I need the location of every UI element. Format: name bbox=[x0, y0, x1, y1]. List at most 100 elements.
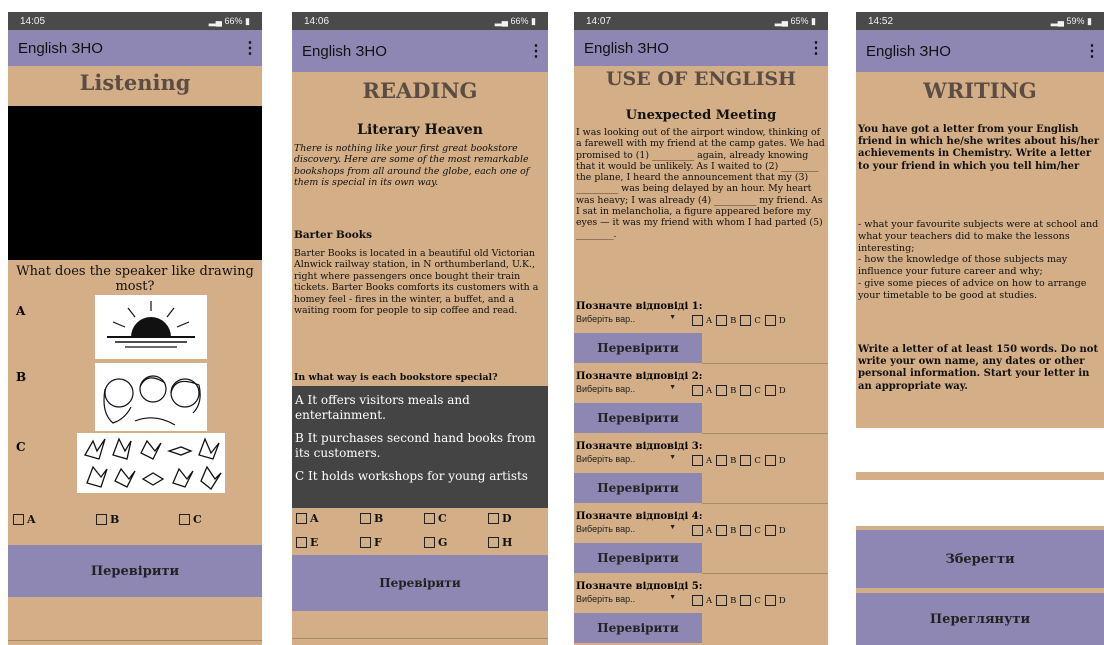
checkbox-f[interactable]: F bbox=[360, 536, 424, 549]
checkbox-box[interactable] bbox=[488, 537, 499, 548]
page-title: Listening bbox=[79, 70, 191, 95]
option-label-c: C bbox=[16, 440, 26, 454]
variant-select[interactable]: Виберіть вар.. ▼ bbox=[576, 524, 680, 534]
checkbox-box[interactable] bbox=[716, 455, 728, 466]
checkbox-d[interactable]: D bbox=[764, 455, 786, 466]
checkbox-d[interactable]: D bbox=[488, 512, 546, 525]
save-button[interactable]: Зберегти bbox=[856, 530, 1104, 588]
checkbox-c[interactable]: C bbox=[179, 513, 257, 526]
check-button[interactable]: Перевірити bbox=[574, 473, 702, 503]
checkbox-h[interactable]: H bbox=[488, 536, 546, 549]
checkbox-box[interactable] bbox=[692, 315, 703, 326]
checkbox-b[interactable]: B bbox=[716, 315, 736, 326]
view-button[interactable]: Переглянути bbox=[856, 593, 1104, 645]
screen-reading: 14:06 ▂▄ 66% ▮ English ЗНО ⋮ READING Lit… bbox=[292, 12, 548, 645]
checkbox-box[interactable] bbox=[13, 514, 24, 525]
check-button[interactable]: Перевірити bbox=[8, 545, 262, 597]
checkbox-box[interactable] bbox=[764, 525, 776, 536]
checkbox-label: F bbox=[374, 536, 382, 549]
check-button[interactable]: Перевірити bbox=[574, 543, 702, 573]
check-button[interactable]: Перевірити bbox=[574, 613, 702, 643]
page-title: USE OF ENGLISH bbox=[605, 68, 797, 90]
checkbox-box[interactable] bbox=[360, 513, 371, 524]
checkbox-c[interactable]: C bbox=[740, 595, 761, 606]
checkbox-e[interactable]: E bbox=[296, 536, 360, 549]
checkbox-box[interactable] bbox=[764, 595, 776, 606]
check-button[interactable]: Перевірити bbox=[574, 333, 702, 363]
checkbox-box[interactable] bbox=[360, 537, 371, 548]
checkbox-d[interactable]: D bbox=[764, 595, 786, 606]
checkbox-box[interactable] bbox=[716, 385, 728, 396]
checkbox-d[interactable]: D bbox=[764, 315, 786, 326]
variant-select[interactable]: Виберіть вар.. ▼ bbox=[576, 314, 680, 324]
checkbox-d[interactable]: D bbox=[764, 385, 786, 396]
checkbox-g[interactable]: G bbox=[424, 536, 488, 549]
overflow-menu-icon[interactable]: ⋮ bbox=[242, 38, 258, 58]
status-bar: 14:05 ▂▄ 66% ▮ bbox=[8, 12, 262, 30]
answer-label: Позначте відповіді 5: bbox=[576, 581, 703, 592]
checkbox-box[interactable] bbox=[179, 514, 190, 525]
checkbox-b[interactable]: B bbox=[360, 512, 424, 525]
checkbox-box[interactable] bbox=[764, 385, 776, 396]
overflow-menu-icon[interactable]: ⋮ bbox=[528, 41, 544, 61]
checkbox-box[interactable] bbox=[296, 537, 307, 548]
checkbox-box[interactable] bbox=[740, 595, 752, 606]
checkbox-box[interactable] bbox=[740, 455, 752, 466]
checkbox-a[interactable]: A bbox=[13, 513, 96, 526]
checkbox-b[interactable]: B bbox=[96, 513, 179, 526]
checkbox-box[interactable] bbox=[740, 525, 752, 536]
checkbox-label: G bbox=[438, 536, 448, 549]
check-button[interactable]: Перевірити bbox=[574, 403, 702, 433]
options-row-2: E F G H bbox=[296, 536, 546, 549]
checkbox-box[interactable] bbox=[692, 455, 703, 466]
checkbox-box[interactable] bbox=[96, 514, 107, 525]
checkbox-box[interactable] bbox=[740, 385, 752, 396]
section-text: Barter Books is located in a beautiful o… bbox=[294, 248, 539, 317]
checkbox-b[interactable]: B bbox=[716, 595, 736, 606]
writing-points: - what your favourite subjects were at s… bbox=[858, 219, 1099, 301]
checkbox-box[interactable] bbox=[692, 385, 703, 396]
variant-select[interactable]: Виберіть вар.. ▼ bbox=[576, 594, 680, 604]
checkbox-box[interactable] bbox=[424, 537, 435, 548]
answers-panel[interactable]: A It offers visitors meals and entertain… bbox=[292, 386, 548, 508]
check-button[interactable]: Перевірити bbox=[292, 555, 548, 611]
letter-input-area-2[interactable] bbox=[856, 480, 1104, 526]
checkbox-c[interactable]: C bbox=[740, 455, 761, 466]
variant-select[interactable]: Виберіть вар.. ▼ bbox=[576, 384, 680, 394]
variant-select[interactable]: Виберіть вар.. ▼ bbox=[576, 454, 680, 464]
checkbox-box[interactable] bbox=[692, 525, 703, 536]
checkbox-c[interactable]: C bbox=[740, 525, 761, 536]
checkbox-box[interactable] bbox=[716, 525, 728, 536]
checkbox-box[interactable] bbox=[296, 513, 307, 524]
checkbox-box[interactable] bbox=[764, 455, 776, 466]
checkbox-a[interactable]: A bbox=[692, 595, 712, 606]
checkbox-b[interactable]: B bbox=[716, 525, 736, 536]
checkbox-c[interactable]: C bbox=[740, 315, 761, 326]
checkbox-box[interactable] bbox=[764, 315, 776, 326]
checkbox-box[interactable] bbox=[488, 513, 499, 524]
checkbox-box[interactable] bbox=[716, 315, 728, 326]
checkbox-d[interactable]: D bbox=[764, 525, 786, 536]
overflow-menu-icon[interactable]: ⋮ bbox=[808, 38, 824, 58]
checkbox-a[interactable]: A bbox=[692, 525, 712, 536]
checkbox-label: A bbox=[706, 385, 713, 396]
answer-label: Позначте відповіді 1: bbox=[576, 301, 703, 312]
app-bar: English ЗНО ⋮ bbox=[856, 30, 1104, 72]
checkbox-box[interactable] bbox=[692, 595, 703, 606]
checkbox-a[interactable]: A bbox=[692, 385, 712, 396]
checkbox-c[interactable]: C bbox=[740, 385, 761, 396]
checkbox-b[interactable]: B bbox=[716, 455, 736, 466]
checkbox-a[interactable]: A bbox=[692, 455, 712, 466]
checkbox-box[interactable] bbox=[740, 315, 752, 326]
overflow-menu-icon[interactable]: ⋮ bbox=[1084, 41, 1100, 61]
checkbox-a[interactable]: A bbox=[296, 512, 360, 525]
checkbox-a[interactable]: A bbox=[692, 315, 712, 326]
checkbox-b[interactable]: B bbox=[716, 385, 736, 396]
checkbox-box[interactable] bbox=[716, 595, 728, 606]
checkbox-c[interactable]: C bbox=[424, 512, 488, 525]
letter-input-area[interactable] bbox=[856, 428, 1104, 472]
answer-a: A It offers visitors meals and entertain… bbox=[295, 393, 470, 422]
checkbox-box[interactable] bbox=[424, 513, 435, 524]
portraits-image bbox=[95, 363, 207, 431]
video-player[interactable] bbox=[8, 106, 262, 260]
